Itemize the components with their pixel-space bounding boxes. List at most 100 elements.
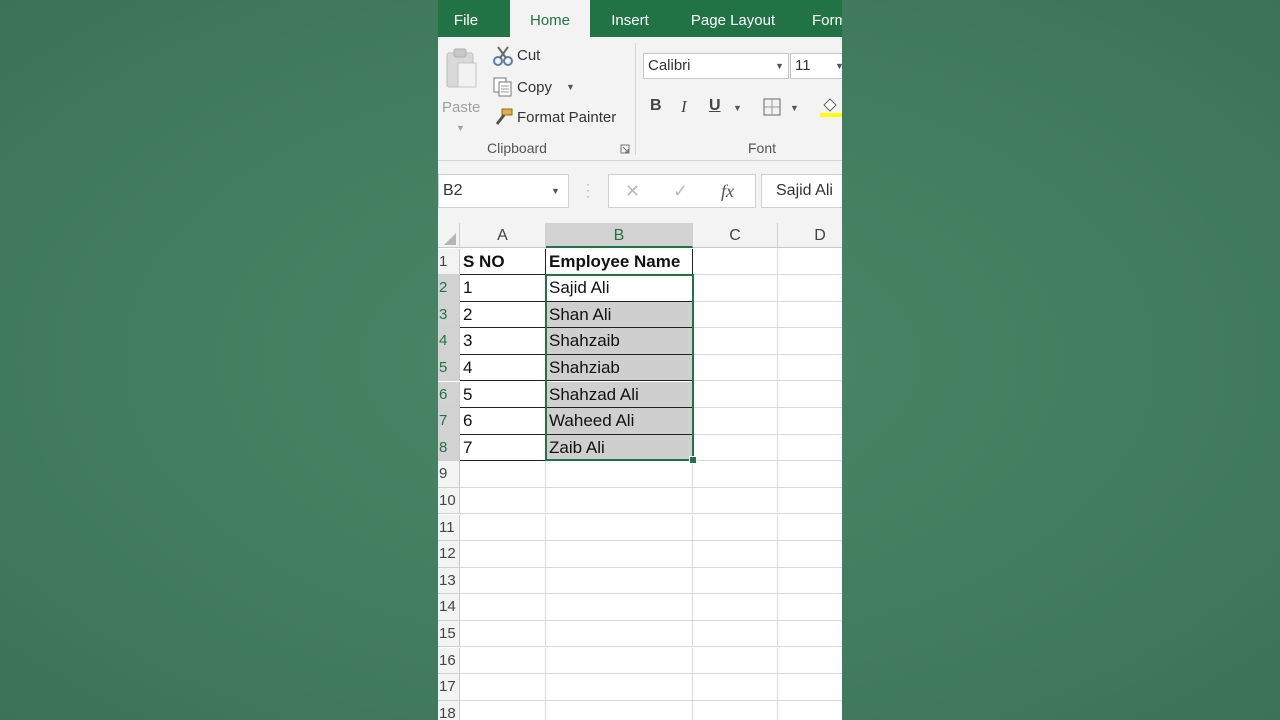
row-header-17[interactable]: 17 (438, 674, 460, 701)
cell-b18[interactable] (546, 700, 693, 720)
row-header-6[interactable]: 6 (438, 381, 460, 409)
row-header-12[interactable]: 12 (438, 541, 460, 568)
cell-a4[interactable]: 3 (460, 328, 546, 355)
cell-d14[interactable] (778, 594, 842, 621)
cell-c11[interactable] (693, 514, 778, 542)
font-name-dropdown-icon[interactable]: ▼ (775, 54, 784, 78)
cell-a15[interactable] (460, 620, 546, 648)
cell-d2[interactable] (778, 275, 842, 302)
cell-b16[interactable] (546, 647, 693, 675)
formula-input[interactable]: Sajid Ali (761, 174, 842, 208)
cell-c8[interactable] (693, 434, 778, 462)
cell-c12[interactable] (693, 541, 778, 568)
font-name-combobox[interactable]: Calibri ▼ (643, 53, 789, 79)
italic-button[interactable]: I (681, 97, 687, 117)
column-header-a[interactable]: A (460, 223, 546, 248)
row-header-15[interactable]: 15 (438, 620, 460, 648)
cell-b8[interactable]: Zaib Ali (546, 434, 693, 462)
cell-d15[interactable] (778, 621, 842, 648)
cell-b6[interactable]: Shahzad Ali (546, 381, 693, 409)
borders-dropdown-icon[interactable]: ▼ (790, 103, 799, 113)
row-header-3[interactable]: 3 (438, 301, 460, 329)
row-header-5[interactable]: 5 (438, 354, 460, 382)
cancel-entry-icon[interactable]: ✕ (625, 175, 640, 207)
cell-d9[interactable] (778, 461, 842, 488)
row-header-1[interactable]: 1 (438, 248, 460, 276)
cell-b2[interactable]: Sajid Ali (546, 275, 693, 302)
cell-c15[interactable] (693, 620, 778, 648)
cell-a14[interactable] (460, 594, 546, 621)
cell-a16[interactable] (460, 647, 546, 675)
row-header-16[interactable]: 16 (438, 647, 460, 675)
column-header-b[interactable]: B (546, 223, 693, 248)
cell-d5[interactable] (778, 355, 842, 382)
cell-b1[interactable]: Employee Name (546, 248, 693, 276)
cell-a2[interactable]: 1 (460, 275, 546, 302)
cell-a5[interactable]: 4 (460, 354, 546, 382)
cell-b5[interactable]: Shahziab (546, 354, 693, 382)
cell-c7[interactable] (693, 408, 778, 435)
cell-d12[interactable] (778, 541, 842, 568)
cut-button[interactable]: Cut (492, 45, 572, 69)
cell-c16[interactable] (693, 647, 778, 675)
cell-d1[interactable] (778, 249, 842, 276)
font-size-dropdown-icon[interactable]: ▼ (835, 54, 842, 78)
cell-b10[interactable] (546, 487, 693, 515)
select-all-corner[interactable] (438, 223, 460, 248)
cell-b14[interactable] (546, 594, 693, 621)
cell-c2[interactable] (693, 275, 778, 302)
cell-a13[interactable] (460, 567, 546, 595)
row-header-13[interactable]: 13 (438, 567, 460, 595)
copy-button[interactable]: Copy ▼ (492, 76, 582, 100)
format-painter-button[interactable]: Format Painter (492, 106, 627, 130)
cell-c6[interactable] (693, 381, 778, 409)
cell-b3[interactable]: Shan Ali (546, 301, 693, 329)
cell-b11[interactable] (546, 514, 693, 542)
cell-c14[interactable] (693, 594, 778, 621)
cell-a17[interactable] (460, 674, 546, 701)
cell-a10[interactable] (460, 487, 546, 515)
cell-d4[interactable] (778, 328, 842, 355)
cell-b12[interactable] (546, 541, 693, 568)
column-header-c[interactable]: C (693, 223, 778, 248)
cell-d18[interactable] (778, 701, 842, 720)
cell-b13[interactable] (546, 567, 693, 595)
cell-c18[interactable] (693, 700, 778, 720)
tab-insert[interactable]: Insert (600, 0, 660, 37)
cell-d7[interactable] (778, 408, 842, 435)
fill-color-icon[interactable] (820, 95, 842, 117)
copy-dropdown-icon[interactable]: ▼ (566, 82, 575, 92)
name-box-dropdown-icon[interactable]: ▼ (551, 175, 560, 207)
row-header-18[interactable]: 18 (438, 700, 460, 720)
clipboard-dialog-launcher-icon[interactable] (620, 144, 630, 154)
column-header-d[interactable]: D (778, 223, 842, 248)
cell-d10[interactable] (778, 488, 842, 515)
cell-c4[interactable] (693, 328, 778, 355)
cell-d6[interactable] (778, 382, 842, 409)
name-box[interactable]: B2 ▼ (438, 174, 569, 208)
cell-d16[interactable] (778, 648, 842, 675)
row-header-7[interactable]: 7 (438, 408, 460, 435)
cell-d3[interactable] (778, 302, 842, 329)
cell-c3[interactable] (693, 301, 778, 329)
cell-d8[interactable] (778, 435, 842, 462)
cell-c9[interactable] (693, 461, 778, 488)
row-header-10[interactable]: 10 (438, 487, 460, 515)
borders-icon[interactable] (763, 98, 781, 116)
fill-handle[interactable] (689, 456, 697, 464)
underline-button[interactable]: U (709, 97, 721, 115)
tab-formulas[interactable]: Form (812, 0, 842, 37)
row-header-14[interactable]: 14 (438, 594, 460, 621)
cell-b17[interactable] (546, 674, 693, 701)
cell-c5[interactable] (693, 354, 778, 382)
cell-d11[interactable] (778, 515, 842, 542)
cell-a9[interactable] (460, 461, 546, 488)
cell-a8[interactable]: 7 (460, 434, 546, 462)
cell-a3[interactable]: 2 (460, 301, 546, 329)
font-size-combobox[interactable]: 11 ▼ (790, 53, 842, 79)
row-header-9[interactable]: 9 (438, 461, 460, 488)
cell-b7[interactable]: Waheed Ali (546, 408, 693, 435)
cell-b15[interactable] (546, 620, 693, 648)
cell-d17[interactable] (778, 674, 842, 701)
paste-button[interactable]: Paste ▼ (440, 43, 480, 133)
